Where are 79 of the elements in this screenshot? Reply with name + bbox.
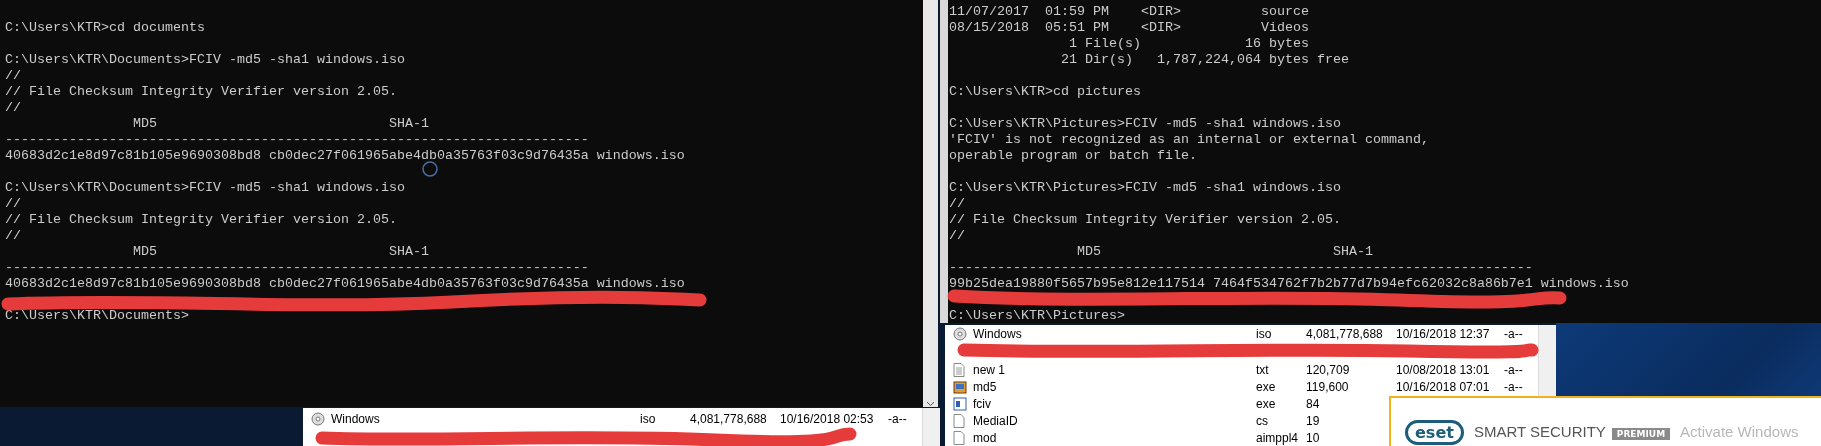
console-line: 40683d2c1e8d97c81b105e9690308bd8 cb0dec27f061965abe4db0a35763f03c9d76435a windows.iso <box>5 276 685 292</box>
console-line: // <box>949 228 965 244</box>
file-size: 4,081,778,688 <box>1306 327 1384 341</box>
console-line: 'FCIV' is not recognized as an internal or external command, <box>949 132 1429 148</box>
file-name: fciv <box>973 396 992 411</box>
console-line: C:\Users\KTR\Pictures>FCIV -md5 -sha1 windows.iso <box>949 180 1341 196</box>
file-name: mod <box>973 430 998 445</box>
file-type: cs <box>1256 413 1269 428</box>
console-line: // <box>949 196 965 212</box>
activation-notice: Activate Windows <box>1680 423 1799 440</box>
file-type: exe <box>1256 379 1277 394</box>
console-line: C:\Users\KTR\Documents>FCIV -md5 -sha1 windows.iso <box>5 52 405 68</box>
console-line: // <box>5 196 21 212</box>
file-size: 19 <box>1306 413 1321 428</box>
file-name: Windows <box>973 327 1023 341</box>
file-row[interactable]: Windows iso 4,081,778,688 10/16/2018 02:53 -a-- <box>311 412 918 446</box>
console-line: C:\Users\KTR>cd documents <box>5 20 205 36</box>
file-name: Windows <box>331 412 381 426</box>
program-icon <box>953 396 967 411</box>
file-type: exe <box>1256 396 1277 411</box>
product-name: SMART SECURITY <box>1473 423 1606 440</box>
file-size: 119,600 <box>1306 379 1350 394</box>
console-line: 11/07/2017 01:59 PM <DIR> source <box>949 4 1309 20</box>
file-type: aimppl4 <box>1256 430 1300 445</box>
console-line: 21 Dir(s) 1,787,224,064 bytes free <box>1059 52 1349 68</box>
file-date: 10/16/2018 07:01 <box>1396 379 1491 394</box>
file-attributes: -a-- <box>1504 327 1524 341</box>
console-line: C:\Users\KTR\Documents>FCIV -md5 -sha1 windows.iso <box>5 180 405 196</box>
file-type: iso <box>1256 327 1273 341</box>
console-line: ------------------------------------------------------------------------- <box>5 132 589 148</box>
console-line: ------------------------------------------------------------------------- <box>949 260 1533 276</box>
console-line: operable program or batch file. <box>949 148 1197 164</box>
text-file-icon <box>953 362 965 377</box>
file-row[interactable]: new 1 txt 120,709 10/08/2018 13:01 -a-- <box>953 361 1534 378</box>
console-line: MD5 SHA-1 <box>131 244 429 260</box>
file-type: txt <box>1256 362 1270 377</box>
file-size: 10 <box>1306 430 1321 445</box>
console-line: C:\Users\KTR>cd pictures <box>949 84 1141 100</box>
file-size: 120,709 <box>1306 362 1351 377</box>
edition-label: PREMIUM <box>1611 428 1671 440</box>
console-line: // <box>5 228 21 244</box>
file-row[interactable]: Windows iso 4,081,778,688 10/16/2018 12:37 -a-- <box>953 327 1534 361</box>
file-date: 10/16/2018 02:53 <box>780 412 875 426</box>
file-date: 10/08/2018 13:01 <box>1396 362 1491 377</box>
file-attributes: -a-- <box>888 412 908 426</box>
logo: eset <box>1405 420 1464 445</box>
disc-icon <box>311 412 325 426</box>
file-row[interactable]: fciv exe 84 <box>953 395 1534 412</box>
console-line: 08/15/2018 05:51 PM <DIR> Videos <box>949 20 1309 36</box>
console-line: C:\Users\KTR\Documents> <box>5 308 189 324</box>
busy-cursor-icon <box>422 161 438 177</box>
console-line: C:\Users\KTR\Pictures>FCIV -md5 -sha1 windows.iso <box>949 116 1341 132</box>
file-type: iso <box>640 412 657 426</box>
console-line: // <box>5 68 21 84</box>
console-line: // File Checksum Integrity Verifier version 2.05. <box>5 212 397 228</box>
file-name: new 1 <box>973 362 1007 377</box>
scroll-down-icon[interactable] <box>926 401 935 407</box>
console-line: 99b25dea19880f5657b95e812e117514 7464f534762f7b2b77d7b94efc62032c8a86b7e1 windows.iso <box>949 276 1629 292</box>
app-icon <box>953 379 967 394</box>
file-size: 84 <box>1306 396 1321 411</box>
file-name: MediaID <box>973 413 1019 428</box>
console-line: MD5 SHA-1 <box>1075 244 1373 260</box>
console-line: // File Checksum Integrity Verifier version 2.05. <box>949 212 1341 228</box>
console-line: // <box>5 100 21 116</box>
file-icon <box>953 413 965 428</box>
file-attributes: -a-- <box>1504 379 1524 394</box>
file-name: md5 <box>973 379 998 394</box>
scrollbar[interactable] <box>923 0 938 407</box>
console-line: MD5 SHA-1 <box>131 116 429 132</box>
file-attributes: -a-- <box>1504 362 1524 377</box>
file-row[interactable]: md5 exe 119,600 10/16/2018 07:01 -a-- <box>953 378 1534 395</box>
console-line: ------------------------------------------------------------------------- <box>5 260 589 276</box>
scrollbar[interactable] <box>922 408 940 446</box>
console-line: C:\Users\KTR\Pictures> <box>949 308 1125 323</box>
console-line: 1 File(s) 16 bytes <box>1067 36 1309 52</box>
file-size: 4,081,778,688 <box>690 412 768 426</box>
console-line: // File Checksum Integrity Verifier version 2.05. <box>5 84 397 100</box>
file-date: 10/16/2018 12:37 <box>1396 327 1491 341</box>
console-line: 40683d2c1e8d97c81b105e9690308bd8 cb0dec27f061965abe4db0a35763f03c9d76435a windows.iso <box>5 148 685 164</box>
